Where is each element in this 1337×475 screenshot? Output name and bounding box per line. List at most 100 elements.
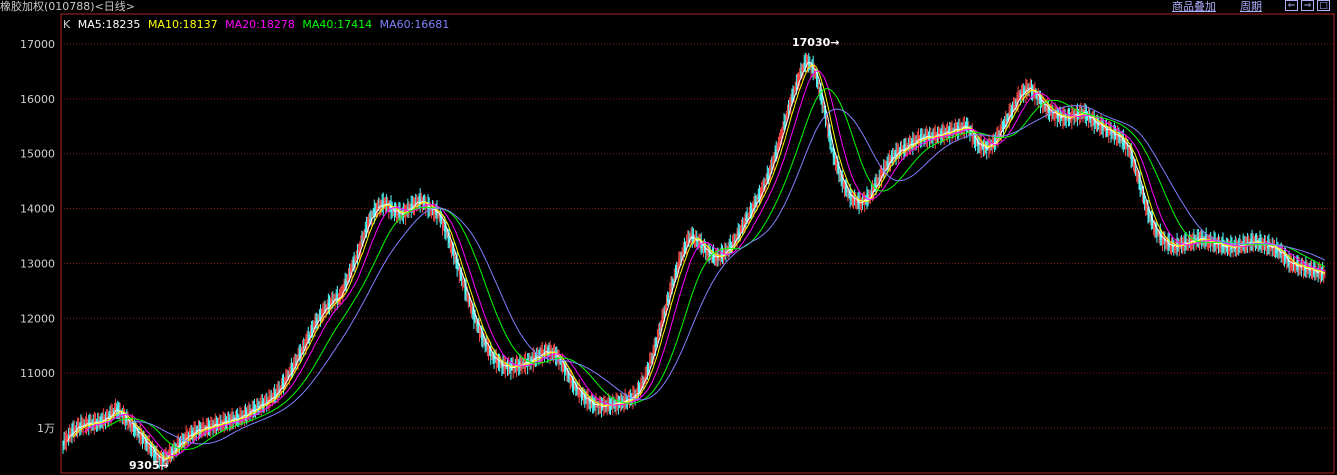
candle-body xyxy=(815,76,818,79)
candle-body xyxy=(855,199,857,202)
candle-body xyxy=(1007,117,1009,119)
candle-body xyxy=(832,151,834,157)
candle-body xyxy=(360,242,362,248)
candle-body xyxy=(730,245,733,247)
candle-body xyxy=(1150,218,1152,222)
candle-body xyxy=(287,375,289,377)
candle-body xyxy=(136,430,138,432)
candle-body xyxy=(751,209,753,211)
candle-body xyxy=(800,71,802,76)
candle-body xyxy=(773,156,775,162)
candle-body xyxy=(66,437,69,439)
candle-body xyxy=(830,143,832,146)
candle-body xyxy=(157,456,159,459)
candle-body xyxy=(786,112,789,114)
candle-body xyxy=(1173,246,1175,248)
candle-body xyxy=(658,332,660,336)
candle-body xyxy=(70,432,72,435)
candle-body xyxy=(1146,207,1148,212)
candle-body xyxy=(681,252,683,258)
candle-body xyxy=(828,129,830,137)
candle-body xyxy=(845,186,847,190)
candle-body xyxy=(130,423,132,427)
candle-body xyxy=(884,167,886,169)
candle-body xyxy=(754,201,756,206)
candle-body xyxy=(762,188,764,190)
candle-body xyxy=(793,90,795,94)
candle-body xyxy=(491,355,493,357)
candle-body xyxy=(702,246,705,249)
candle-body xyxy=(822,105,824,108)
candle-body xyxy=(353,259,355,265)
candle-body xyxy=(127,419,129,423)
ma60-line xyxy=(128,105,1326,445)
candle-body xyxy=(683,245,686,252)
candle-body xyxy=(340,295,342,297)
candle-body xyxy=(65,435,67,444)
candle-body xyxy=(646,367,649,374)
candle-body xyxy=(281,383,284,387)
candle-body xyxy=(530,358,532,363)
candle-body xyxy=(796,80,799,84)
candle-body xyxy=(381,201,383,208)
candle-body xyxy=(1147,208,1149,215)
candle-body xyxy=(471,307,473,312)
candle-body xyxy=(688,237,690,239)
candle-body xyxy=(739,228,742,233)
price-chart[interactable]: 17000 16000 15000 14000 13000 12000 11000 1万 170… xyxy=(0,0,1337,475)
candle-body xyxy=(468,299,471,304)
candle-body xyxy=(80,421,82,430)
candle-body xyxy=(1014,105,1016,107)
candle-body xyxy=(841,178,843,185)
candle-body xyxy=(466,293,468,297)
candle-body xyxy=(1036,95,1038,98)
candle-body xyxy=(774,153,776,158)
y-tick-label: 15000 xyxy=(20,148,55,161)
candle-body xyxy=(783,121,785,128)
candle-body xyxy=(496,359,499,363)
candle-body xyxy=(805,58,808,65)
candle-body xyxy=(848,193,850,195)
candle-body xyxy=(153,451,155,453)
candle-body xyxy=(886,161,888,167)
candle-body xyxy=(885,165,887,168)
candle-body xyxy=(357,250,360,253)
candle-body xyxy=(1033,91,1035,94)
candle-body xyxy=(1055,114,1057,116)
candle-body xyxy=(668,296,670,298)
candle-body xyxy=(1129,151,1131,154)
candle-body xyxy=(775,149,777,155)
candle-body xyxy=(787,108,790,110)
candle-body xyxy=(332,299,334,302)
candle-body xyxy=(480,331,482,334)
candle-body xyxy=(372,214,374,216)
candle-body xyxy=(1120,137,1122,141)
candle-body xyxy=(1165,242,1167,244)
candle-body xyxy=(492,356,494,358)
candle-body xyxy=(1207,237,1210,246)
candle-body xyxy=(560,362,562,364)
candle-body xyxy=(257,406,259,408)
candle-body xyxy=(706,249,708,255)
candle-body xyxy=(802,66,804,70)
candle-body xyxy=(1019,92,1021,97)
candle-body xyxy=(457,267,459,269)
candle-body xyxy=(665,303,668,307)
candle-body xyxy=(976,142,978,145)
candle-body xyxy=(166,455,168,458)
candle-body xyxy=(64,440,66,443)
candle-body xyxy=(809,64,811,66)
candle-body xyxy=(772,160,774,165)
candle-body xyxy=(341,292,343,294)
candle-body xyxy=(1156,229,1158,235)
candle-body xyxy=(667,299,669,302)
candle-body xyxy=(450,245,453,250)
candle-body xyxy=(132,426,135,428)
y-tick-label: 13000 xyxy=(20,257,55,270)
candle-body xyxy=(321,313,323,316)
candle-body xyxy=(1038,99,1040,101)
candle-body xyxy=(364,229,366,233)
candle-body xyxy=(354,259,356,262)
candle-body xyxy=(649,361,651,368)
candle-body xyxy=(745,220,747,222)
